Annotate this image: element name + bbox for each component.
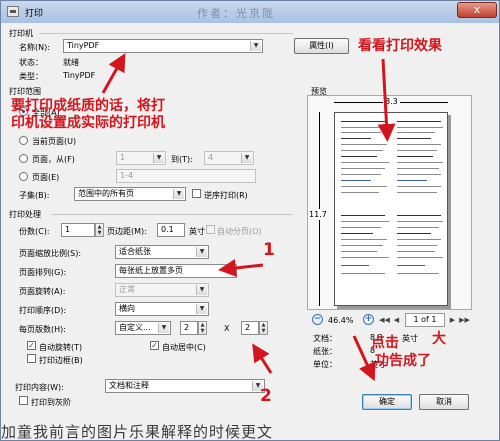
arrow-to-printer-select — [101, 53, 126, 94]
arrow-to-preview-page — [377, 58, 396, 142]
annotation-printer-hint-line2: 印机设置成实际的打印机 — [11, 115, 165, 131]
arrow-to-ok-button — [352, 335, 376, 382]
print-dialog: 打印 作者：光京陇 x 打印机 名称(N): TinyPDF ▼ 状态： 就绪 … — [0, 0, 500, 441]
arrow-to-auto-center — [252, 343, 273, 374]
annotation-ok-hint-line2: 功告成了 — [375, 353, 431, 369]
annotation-ok-hint-line1b: 大 — [432, 331, 446, 347]
annotation-ok-hint-line1: 点击 — [371, 335, 399, 351]
annotation-number-1: 1 — [263, 240, 275, 260]
arrow-to-page-arrange — [218, 259, 264, 277]
annotation-preview-hint: 看看打印效果 — [358, 38, 442, 54]
annotation-arrows — [101, 53, 396, 382]
annotation-number-2: 2 — [260, 386, 272, 406]
